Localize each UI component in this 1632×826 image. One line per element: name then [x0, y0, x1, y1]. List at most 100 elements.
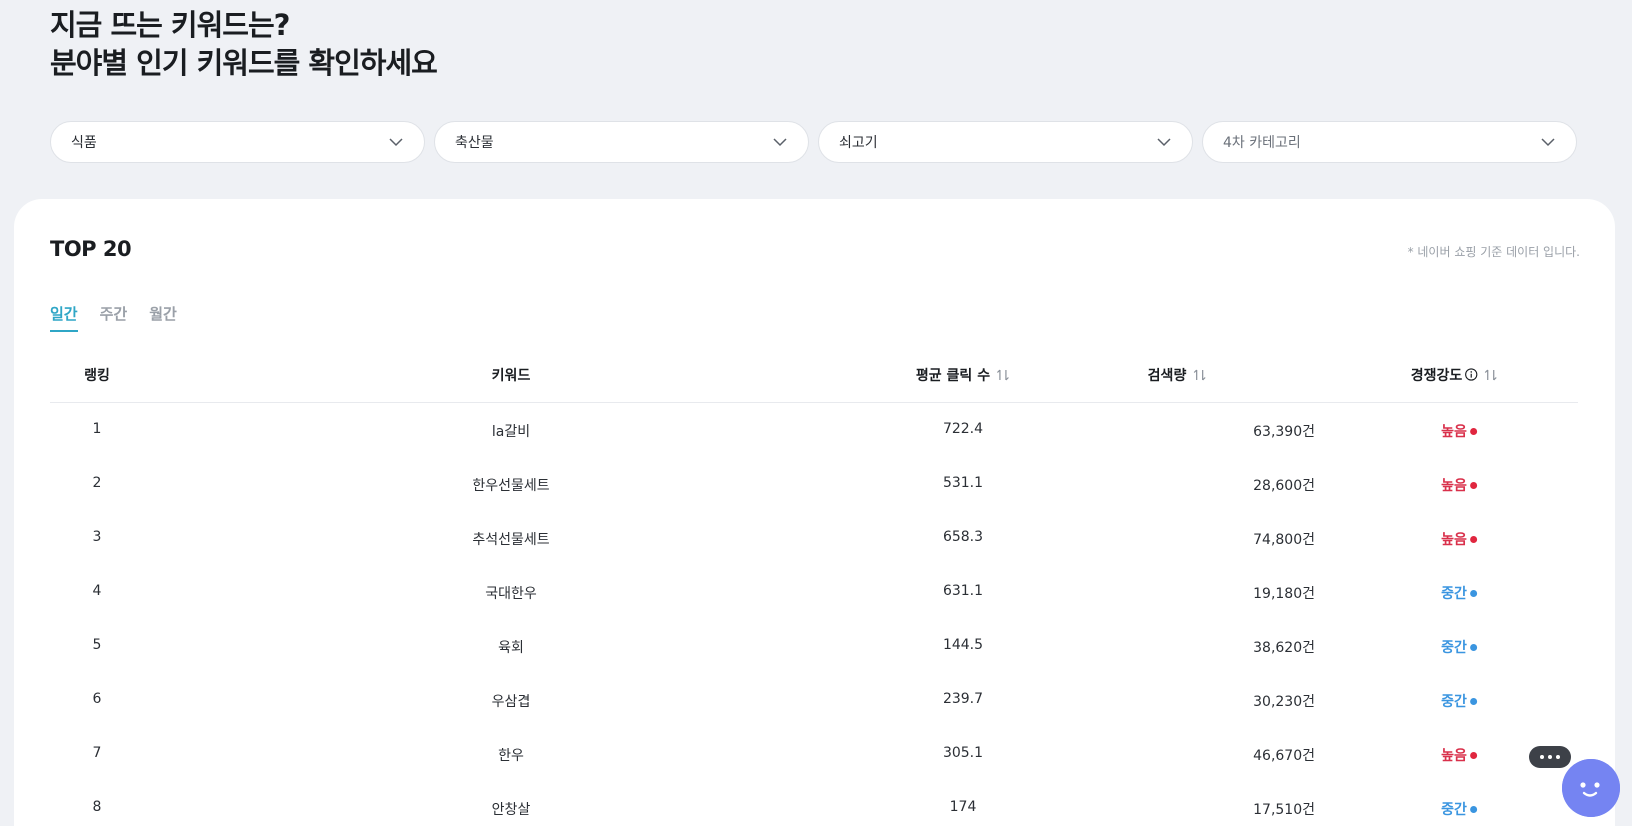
keyword-cell[interactable]: 한우선물세트: [472, 475, 549, 495]
sort-arrows-icon[interactable]: [1192, 368, 1206, 382]
table-row: 1 la갈비 722.4 63,390건 높음: [50, 403, 1578, 457]
competition-dot-icon: [1469, 536, 1477, 543]
sort-arrows-icon[interactable]: [996, 368, 1010, 382]
competition-label: 중간: [1441, 586, 1467, 602]
competition-dot-icon: [1469, 806, 1477, 813]
competition-cell: 중간: [1441, 637, 1477, 657]
chevron-down-icon: [773, 138, 787, 147]
chatbot-face-icon: [1562, 759, 1620, 817]
category-select-3-value: 쇠고기: [839, 135, 878, 151]
search-volume-cell: 74,800건: [1253, 532, 1315, 548]
competition-dot-icon: [1469, 644, 1477, 651]
table-row: 7 한우 305.1 46,670건 높음: [50, 727, 1578, 781]
avg-clicks-cell: 531.1: [942, 475, 984, 491]
avg-clicks-cell: 239.7: [942, 691, 984, 707]
table-row: 8 안창살 174 17,510건 중간: [50, 781, 1578, 826]
header-rank: 랭킹: [84, 368, 110, 384]
chevron-down-icon: [1541, 138, 1555, 147]
avg-clicks-cell: 631.1: [942, 583, 984, 599]
search-volume-cell: 17,510건: [1253, 802, 1315, 818]
headline-line-1: 지금 뜨는 키워드는?: [50, 8, 290, 42]
header-avg-clicks-label: 평균 클릭 수: [915, 368, 991, 384]
search-volume-cell: 63,390건: [1253, 424, 1315, 440]
keyword-cell[interactable]: 추석선물세트: [472, 529, 549, 549]
competition-dot-icon: [1469, 752, 1477, 759]
competition-dot-icon: [1469, 698, 1477, 705]
page: 지금 뜨는 키워드는? 분야별 인기 키워드를 확인하세요 식품 축산물 쇠고기…: [0, 0, 1632, 826]
header-search-volume-label: 검색량: [1147, 368, 1187, 384]
rank-cell: 1: [92, 421, 102, 437]
category-select-4[interactable]: 4차 카테고리: [1202, 121, 1577, 163]
keyword-cell[interactable]: 안창살: [492, 799, 531, 819]
competition-label: 중간: [1441, 802, 1467, 818]
competition-cell: 높음: [1441, 529, 1477, 549]
competition-label: 중간: [1441, 640, 1467, 656]
competition-cell: 중간: [1441, 691, 1477, 711]
sort-arrows-icon[interactable]: [1483, 368, 1497, 382]
category-select-4-placeholder: 4차 카테고리: [1223, 135, 1301, 151]
avg-clicks-cell: 144.5: [942, 637, 984, 653]
avg-clicks-cell: 658.3: [942, 529, 984, 545]
table-row: 5 육회 144.5 38,620건 중간: [50, 619, 1578, 673]
category-select-1-value: 식품: [71, 135, 97, 151]
category-select-1[interactable]: 식품: [50, 121, 425, 163]
header-keyword: 키워드: [491, 368, 531, 384]
keyword-cell[interactable]: la갈비: [492, 421, 530, 441]
rank-cell: 6: [92, 691, 102, 707]
competition-dot-icon: [1469, 428, 1477, 435]
competition-dot-icon: [1469, 482, 1477, 489]
tab-daily[interactable]: 일간: [50, 303, 78, 332]
competition-label: 높음: [1441, 748, 1467, 764]
category-select-2[interactable]: 축산물: [434, 121, 809, 163]
category-select-3[interactable]: 쇠고기: [818, 121, 1193, 163]
info-icon[interactable]: [1464, 368, 1477, 381]
competition-cell: 높음: [1441, 745, 1477, 765]
header-competition: 경쟁강도: [1411, 365, 1498, 385]
competition-label: 중간: [1441, 694, 1467, 710]
table-row: 3 추석선물세트 658.3 74,800건 높음: [50, 511, 1578, 565]
avg-clicks-cell: 174: [949, 799, 977, 815]
keyword-cell[interactable]: 우삼겹: [492, 691, 531, 711]
category-select-2-value: 축산물: [455, 135, 494, 151]
chatbot-avatar-icon[interactable]: [1562, 759, 1620, 817]
rank-cell: 2: [92, 475, 102, 491]
keyword-cell[interactable]: 국대한우: [485, 583, 537, 603]
table-row: 6 우삼겹 239.7 30,230건 중간: [50, 673, 1578, 727]
period-tabs: 일간 주간 월간: [50, 303, 199, 332]
rank-cell: 4: [92, 583, 102, 599]
rank-cell: 8: [92, 799, 102, 815]
tab-weekly[interactable]: 주간: [100, 303, 128, 332]
search-volume-cell: 19,180건: [1253, 586, 1315, 602]
card-title: TOP 20: [50, 237, 132, 261]
competition-label: 높음: [1441, 478, 1467, 494]
rank-cell: 3: [92, 529, 102, 545]
top-keywords-card: TOP 20 * 네이버 쇼핑 기준 데이터 입니다. 일간 주간 월간 랭킹 …: [14, 199, 1615, 826]
keyword-cell[interactable]: 한우: [498, 745, 524, 765]
headline-line-2: 분야별 인기 키워드를 확인하세요: [50, 46, 438, 80]
tab-monthly[interactable]: 월간: [149, 303, 177, 332]
search-volume-cell: 46,670건: [1253, 748, 1315, 764]
search-volume-cell: 28,600건: [1253, 478, 1315, 494]
avg-clicks-cell: 722.4: [942, 421, 984, 437]
competition-cell: 중간: [1441, 799, 1477, 819]
competition-cell: 높음: [1441, 421, 1477, 441]
keyword-table: 랭킹 키워드 평균 클릭 수 검색량 경쟁강도 1 la갈비 722.4 63,390…: [50, 349, 1578, 826]
data-source-note: * 네이버 쇼핑 기준 데이터 입니다.: [1407, 245, 1580, 259]
header-search-volume: 검색량: [1148, 365, 1207, 385]
competition-dot-icon: [1469, 590, 1477, 597]
table-row: 2 한우선물세트 531.1 28,600건 높음: [50, 457, 1578, 511]
table-header: 랭킹 키워드 평균 클릭 수 검색량 경쟁강도: [50, 349, 1578, 403]
header-competition-label: 경쟁강도: [1410, 368, 1463, 384]
chevron-down-icon: [1157, 138, 1171, 147]
search-volume-cell: 30,230건: [1253, 694, 1315, 710]
table-body: 1 la갈비 722.4 63,390건 높음 2 한우선물세트 531.1 28,600건 높음…: [50, 403, 1578, 826]
avg-clicks-cell: 305.1: [942, 745, 984, 761]
competition-label: 높음: [1441, 532, 1467, 548]
competition-label: 높음: [1441, 424, 1467, 440]
competition-cell: 높음: [1441, 475, 1477, 495]
search-volume-cell: 38,620건: [1253, 640, 1315, 656]
header-avg-clicks: 평균 클릭 수: [916, 365, 1010, 385]
table-row: 4 국대한우 631.1 19,180건 중간: [50, 565, 1578, 619]
category-filters: 식품 축산물 쇠고기 4차 카테고리: [50, 121, 1577, 163]
keyword-cell[interactable]: 육회: [498, 637, 524, 657]
